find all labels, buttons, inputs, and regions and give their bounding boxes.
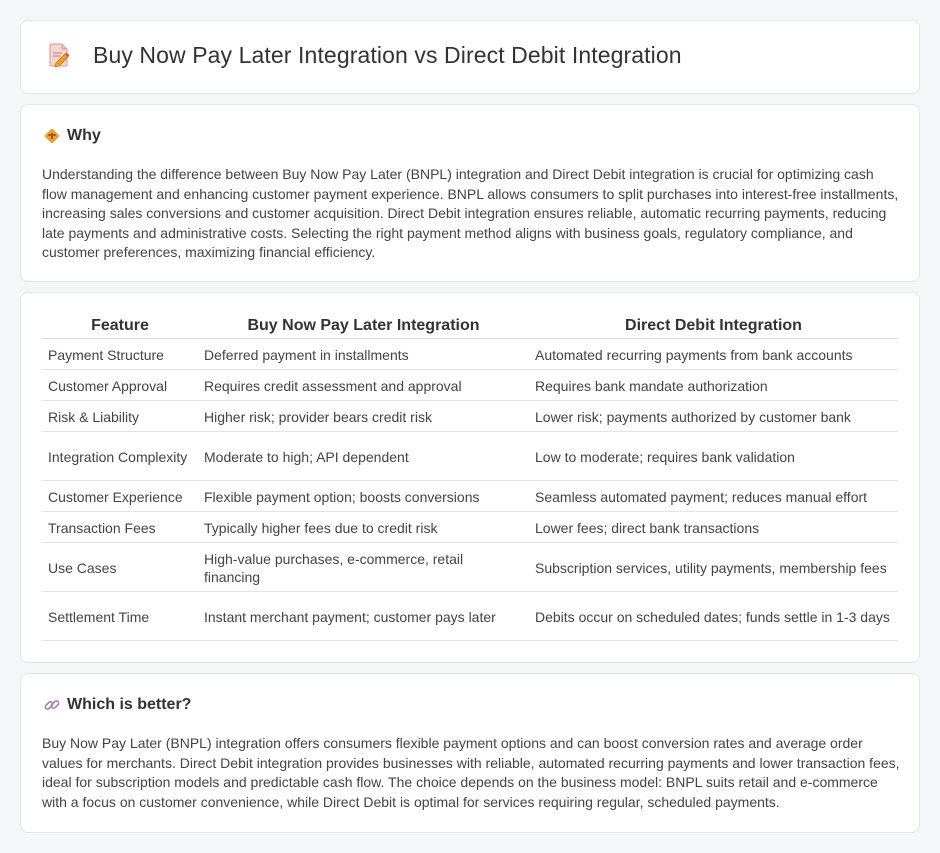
bnpl-cell: Requires credit assessment and approval (198, 370, 529, 401)
column-header-direct-debit: Direct Debit Integration (529, 315, 898, 339)
bnpl-cell: Flexible payment option; boosts conversi… (198, 481, 529, 512)
feature-cell: Use Cases (42, 543, 198, 592)
direct-debit-cell: Seamless automated payment; reduces manu… (529, 481, 898, 512)
feature-cell: Settlement Time (42, 592, 198, 641)
better-body: Buy Now Pay Later (BNPL) integration off… (42, 735, 900, 810)
title-row: Buy Now Pay Later Integration vs Direct … (45, 41, 682, 69)
table-row: Use Cases High-value purchases, e-commer… (42, 543, 898, 592)
title-card: Buy Now Pay Later Integration vs Direct … (20, 20, 920, 94)
diamond-sign-icon (44, 128, 60, 144)
table-row: Transaction Fees Typically higher fees d… (42, 512, 898, 543)
comparison-card: Feature Buy Now Pay Later Integration Di… (20, 292, 920, 663)
direct-debit-cell: Low to moderate; requires bank validatio… (529, 432, 898, 481)
feature-cell: Customer Experience (42, 481, 198, 512)
why-body: Understanding the difference between Buy… (42, 166, 899, 261)
why-heading: Why (43, 127, 101, 145)
table-row: Customer Experience Flexible payment opt… (42, 481, 898, 512)
feature-cell: Customer Approval (42, 370, 198, 401)
bnpl-cell: Instant merchant payment; customer pays … (198, 592, 529, 641)
direct-debit-cell: Lower risk; payments authorized by custo… (529, 401, 898, 432)
bnpl-cell: High-value purchases, e-commerce, retail… (198, 543, 529, 592)
direct-debit-cell: Requires bank mandate authorization (529, 370, 898, 401)
page-title: Buy Now Pay Later Integration vs Direct … (93, 41, 682, 68)
document-pen-icon (49, 43, 70, 68)
direct-debit-cell: Subscription services, utility payments,… (529, 543, 898, 592)
feature-cell: Risk & Liability (42, 401, 198, 432)
direct-debit-cell: Debits occur on scheduled dates; funds s… (529, 592, 898, 641)
bnpl-cell: Deferred payment in installments (198, 339, 529, 370)
column-header-bnpl: Buy Now Pay Later Integration (198, 315, 529, 339)
comparison-table: Feature Buy Now Pay Later Integration Di… (42, 315, 898, 641)
table-row: Integration Complexity Moderate to high;… (42, 432, 898, 481)
feature-cell: Transaction Fees (42, 512, 198, 543)
table-row: Payment Structure Deferred payment in in… (42, 339, 898, 370)
column-header-feature: Feature (42, 315, 198, 339)
link-icon (44, 700, 60, 710)
direct-debit-cell: Lower fees; direct bank transactions (529, 512, 898, 543)
feature-cell: Payment Structure (42, 339, 198, 370)
which-is-better-card: Which is better? Buy Now Pay Later (BNPL… (20, 673, 920, 833)
bnpl-cell: Typically higher fees due to credit risk (198, 512, 529, 543)
why-card: Why Understanding the difference between… (20, 104, 920, 282)
table-row: Customer Approval Requires credit assess… (42, 370, 898, 401)
direct-debit-cell: Automated recurring payments from bank a… (529, 339, 898, 370)
table-row: Risk & Liability Higher risk; provider b… (42, 401, 898, 432)
why-title: Why (67, 127, 101, 144)
table-row: Settlement Time Instant merchant payment… (42, 592, 898, 641)
feature-cell: Integration Complexity (42, 432, 198, 481)
table-header-row: Feature Buy Now Pay Later Integration Di… (42, 315, 898, 339)
better-title: Which is better? (67, 696, 192, 713)
better-heading: Which is better? (43, 696, 191, 714)
bnpl-cell: Moderate to high; API dependent (198, 432, 529, 481)
bnpl-cell: Higher risk; provider bears credit risk (198, 401, 529, 432)
